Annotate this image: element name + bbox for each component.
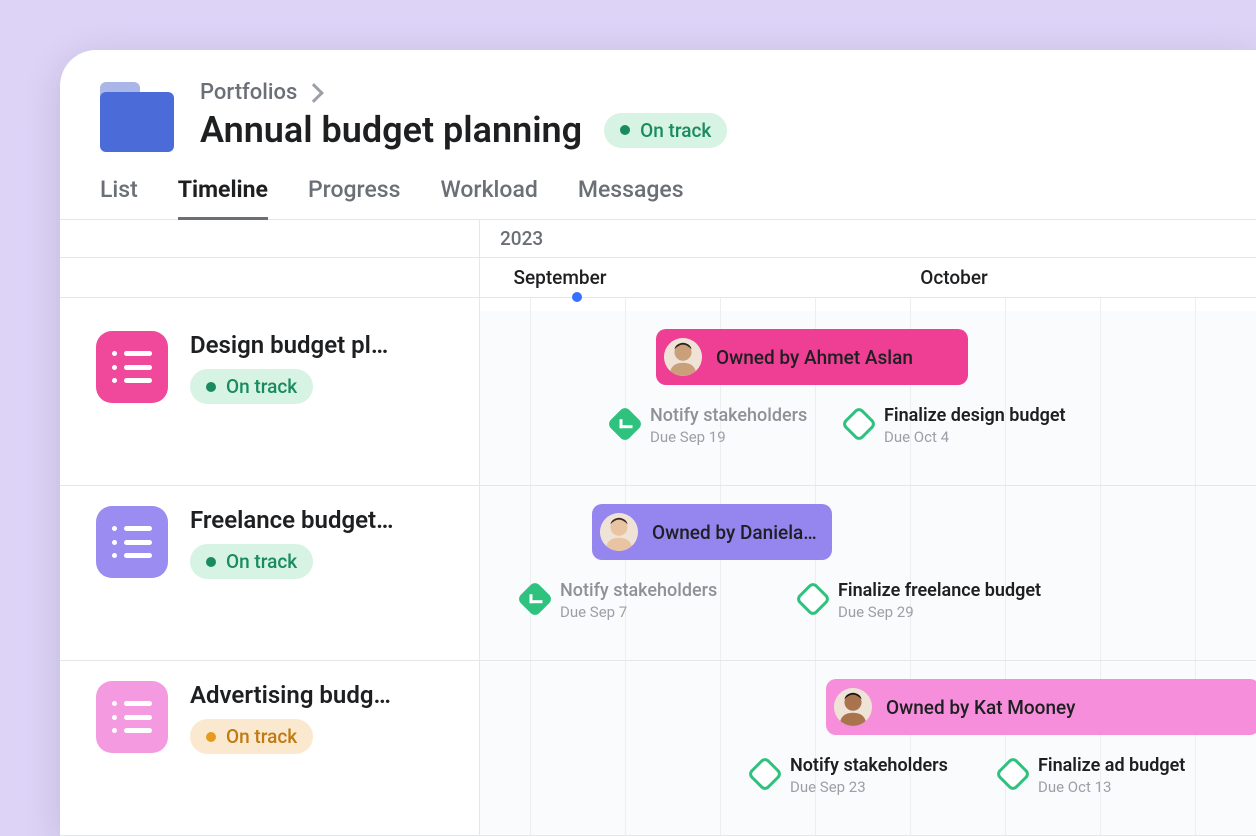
project-owner-bar[interactable]: Owned by Kat Mooney [826,679,1256,735]
project-owner-bar[interactable]: Owned by Ahmet Aslan [656,329,968,385]
milestone-title: Finalize freelance budget [838,580,1041,603]
timeline-left-column [60,220,480,312]
timeline-grid[interactable]: 2023 September October [480,220,1256,312]
milestone[interactable]: Notify stakeholdersDue Sep 7 [522,580,717,621]
project-owner-bar[interactable]: Owned by Daniela… [592,504,832,560]
project-timeline-lane[interactable]: Owned by Ahmet AslanNotify stakeholdersD… [480,311,1256,485]
page-title: Annual budget planning [200,109,582,151]
milestone[interactable]: Notify stakeholdersDue Sep 23 [752,755,948,796]
status-label: On track [640,119,711,142]
owner-avatar [664,338,702,376]
milestone-due: Due Sep 23 [790,778,948,797]
milestone-due: Due Oct 13 [1038,778,1185,797]
milestone[interactable]: Finalize ad budgetDue Oct 13 [1000,755,1185,796]
milestone-title: Finalize ad budget [1038,755,1185,778]
milestone-due: Due Oct 4 [884,428,1066,447]
breadcrumb-parent[interactable]: Portfolios [200,80,297,105]
milestone-title: Notify stakeholders [650,405,807,428]
today-marker-icon [572,292,582,302]
project-status-label: On track [226,725,297,748]
chevron-right-icon [304,83,324,103]
milestone[interactable]: Notify stakeholdersDue Sep 19 [612,405,807,446]
app-window: Portfolios Annual budget planning On tra… [60,50,1256,836]
milestone[interactable]: Finalize freelance budgetDue Sep 29 [800,580,1041,621]
status-dot-icon [206,557,216,567]
status-dot-icon [206,732,216,742]
milestone-due: Due Sep 19 [650,428,807,447]
project-list-icon [96,506,168,578]
timeline-month-header: September October [480,258,1256,298]
project-list-icon [96,331,168,403]
portfolio-status-badge[interactable]: On track [604,113,727,148]
owner-avatar [834,688,872,726]
tab-timeline[interactable]: Timeline [178,176,268,219]
milestone[interactable]: Finalize design budgetDue Oct 4 [846,405,1066,446]
timeline-view: 2023 September October [60,220,1256,312]
project-timeline-lane[interactable]: Owned by Kat MooneyNotify stakeholdersDu… [480,661,1256,835]
project-timeline-lane[interactable]: Owned by Daniela…Notify stakeholdersDue … [480,486,1256,660]
project-info[interactable]: Freelance budget… On track [60,486,480,660]
milestone-open-icon [747,756,784,793]
portfolio-folder-icon [100,82,174,156]
milestone-open-icon [841,406,878,443]
breadcrumb[interactable]: Portfolios [200,80,1216,105]
project-info[interactable]: Design budget pl… On track [60,311,480,485]
project-status-badge[interactable]: On track [190,544,313,579]
tab-messages[interactable]: Messages [578,176,684,219]
project-list-icon [96,681,168,753]
milestone-title: Notify stakeholders [560,580,717,603]
project-row: Advertising budg… On track Owned by Kat Mo… [60,661,1256,836]
project-status-badge[interactable]: On track [190,369,313,404]
status-dot-icon [620,125,630,135]
project-status-label: On track [226,550,297,573]
tab-progress[interactable]: Progress [308,176,401,219]
month-label-october: October [920,266,987,289]
milestone-due: Due Sep 7 [560,603,717,622]
tab-workload[interactable]: Workload [440,176,537,219]
milestone-title: Notify stakeholders [790,755,948,778]
milestone-open-icon [795,581,832,618]
project-rows: Design budget pl… On track Owned by Ahmet … [60,311,1256,836]
milestone-title: Finalize design budget [884,405,1066,428]
project-row: Design budget pl… On track Owned by Ahmet … [60,311,1256,486]
milestone-done-icon [517,581,554,618]
project-row: Freelance budget… On track Owned by Daniel… [60,486,1256,661]
milestone-done-icon [607,406,644,443]
project-name[interactable]: Design budget pl… [190,331,455,359]
page-header: Portfolios Annual budget planning On tra… [60,50,1256,156]
milestone-open-icon [995,756,1032,793]
project-status-badge[interactable]: On track [190,719,313,754]
view-tabs: List Timeline Progress Workload Messages [60,156,1256,220]
project-name[interactable]: Freelance budget… [190,506,455,534]
tab-list[interactable]: List [100,176,138,219]
owner-label: Owned by Daniela… [652,521,817,544]
milestone-due: Due Sep 29 [838,603,1041,622]
project-status-label: On track [226,375,297,398]
status-dot-icon [206,382,216,392]
month-label-september: September [514,266,607,289]
project-name[interactable]: Advertising budg… [190,681,455,709]
owner-avatar [600,513,638,551]
project-info[interactable]: Advertising budg… On track [60,661,480,835]
owner-label: Owned by Ahmet Aslan [716,346,913,369]
timeline-year-label: 2023 [480,220,1256,258]
owner-label: Owned by Kat Mooney [886,696,1075,719]
